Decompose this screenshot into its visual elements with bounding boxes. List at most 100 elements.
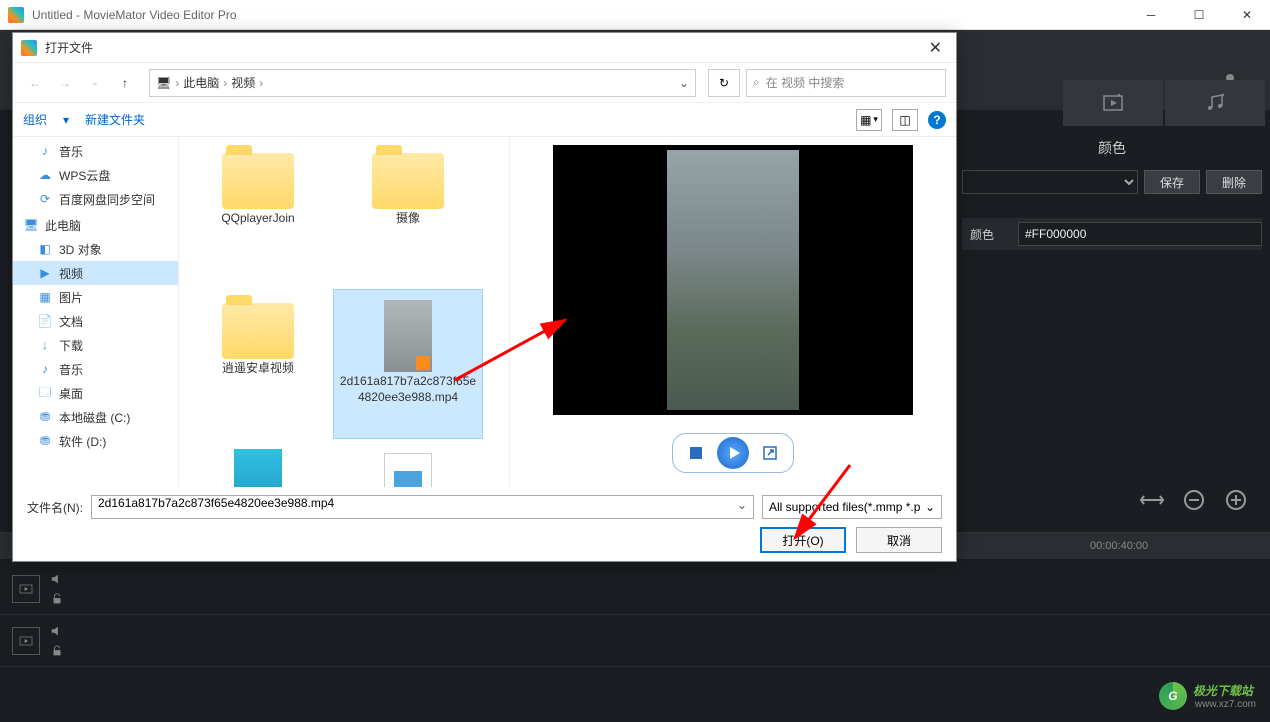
open-button[interactable]: 打开(O): [760, 527, 846, 553]
dialog-nav: ← → ⌄ ↑ 🖥 › 此电脑 › 视频 › ⌄ ↻ ⌕ 在 视频 中搜索: [13, 63, 956, 103]
sidebar-item-label: WPS云盘: [59, 167, 110, 184]
sidebar-item-label: 此电脑: [45, 217, 81, 234]
nav-up-icon[interactable]: ↑: [113, 71, 137, 95]
sidebar-item-dl[interactable]: ↓下载: [13, 333, 178, 357]
fit-width-icon[interactable]: [1138, 486, 1166, 514]
breadcrumb-folder[interactable]: 视频: [231, 74, 255, 91]
sidebar-item-sync[interactable]: ⟳ 百度网盘同步空间: [13, 187, 178, 211]
sidebar-item-label: 文档: [59, 313, 83, 330]
sidebar-item-cloud[interactable]: ☁WPS云盘: [13, 163, 178, 187]
zoom-out-icon[interactable]: [1180, 486, 1208, 514]
tab-video[interactable]: [1063, 80, 1163, 126]
filename-label: 文件名(N):: [27, 499, 83, 516]
dialog-titlebar: 打开文件 ✕: [13, 33, 956, 63]
pc-icon: 🖥: [23, 217, 39, 233]
watermark-url: www.xz7.com: [1195, 699, 1256, 710]
help-icon[interactable]: ?: [928, 111, 946, 129]
search-icon: ⌕: [753, 75, 760, 90]
organize-menu[interactable]: 组织: [23, 111, 47, 128]
watermark-text: 极光下载站: [1193, 682, 1256, 699]
doc-icon: 📄: [37, 313, 53, 329]
video-track-icon: [12, 575, 40, 603]
sidebar-item-desktop[interactable]: 🗔桌面: [13, 381, 178, 405]
properties-panel: 颜色 保存 删除 颜色: [962, 130, 1262, 250]
file-item[interactable]: QQplayerJoin: [183, 139, 333, 289]
file-filter-select[interactable]: All supported files(*.mmp *.p⌄: [762, 495, 942, 519]
folder-icon: [222, 303, 294, 359]
tab-audio[interactable]: [1165, 80, 1265, 126]
sidebar-item-3d[interactable]: ◧3D 对象: [13, 237, 178, 261]
sidebar-item-disk[interactable]: ⛃ 本地磁盘 (C:): [13, 405, 178, 429]
disk-icon: ⛃: [37, 409, 53, 425]
preview-video: [553, 145, 913, 415]
breadcrumb-root[interactable]: 此电脑: [183, 74, 219, 91]
zoom-controls: [1138, 486, 1250, 514]
filename-input[interactable]: 2d161a817b7a2c873f65e4820ee3e988.mp4: [91, 495, 754, 519]
sidebar-item-disk[interactable]: ⛃软件 (D:): [13, 429, 178, 453]
refresh-button[interactable]: ↻: [708, 69, 740, 97]
audio-track-icon: [12, 627, 40, 655]
minimize-button[interactable]: ─: [1136, 5, 1166, 25]
stop-icon[interactable]: [681, 442, 711, 464]
file-item[interactable]: 2023-02-09 15-20-28.mkv: [333, 439, 483, 487]
nav-back-icon[interactable]: ←: [23, 71, 47, 95]
preview-thumbnail: [667, 150, 799, 410]
nav-dropdown-icon[interactable]: ⌄: [83, 71, 107, 95]
sidebar-item-label: 本地磁盘 (C:): [59, 409, 130, 426]
open-file-dialog: 打开文件 ✕ ← → ⌄ ↑ 🖥 › 此电脑 › 视频 › ⌄ ↻ ⌕ 在 视频…: [12, 32, 957, 562]
dl-icon: ↓: [37, 337, 53, 353]
video-thumb-icon: [234, 449, 282, 487]
sidebar-item-pc[interactable]: 🖥 此电脑: [13, 213, 178, 237]
new-folder-button[interactable]: 新建文件夹: [85, 111, 145, 128]
dialog-close-button[interactable]: ✕: [923, 38, 948, 58]
preset-select[interactable]: [962, 170, 1138, 194]
app-logo-icon: [8, 7, 24, 23]
sidebar-item-music[interactable]: ♪音乐: [13, 357, 178, 381]
file-item[interactable]: 摄像: [333, 139, 483, 289]
file-item[interactable]: 2d161a817b7a2c873f65e4820ee3e988.mp4: [333, 289, 483, 439]
save-button[interactable]: 保存: [1144, 170, 1200, 194]
video-thumb-icon: [384, 300, 432, 372]
video-icon: ▶: [37, 265, 53, 281]
sidebar-item-label: 软件 (D:): [59, 433, 106, 450]
file-list[interactable]: QQplayerJoin摄像逍遥安卓视频2d161a817b7a2c873f65…: [179, 137, 509, 487]
music-icon: ♪: [37, 143, 53, 159]
dialog-title: 打开文件: [45, 39, 923, 56]
play-button[interactable]: [717, 437, 749, 469]
video-track[interactable]: [0, 563, 1270, 615]
sync-icon: ⟳: [37, 191, 53, 207]
sidebar-item-label: 百度网盘同步空间: [59, 191, 155, 208]
cancel-button[interactable]: 取消: [856, 527, 942, 553]
search-placeholder: 在 视频 中搜索: [766, 74, 845, 91]
preview-toggle-button[interactable]: ◫: [892, 109, 918, 131]
popout-icon[interactable]: [755, 442, 785, 464]
organize-chevron-icon[interactable]: ▾: [63, 113, 69, 127]
delete-button[interactable]: 删除: [1206, 170, 1262, 194]
color-label: 颜色: [962, 226, 1012, 243]
sidebar-item-music[interactable]: ♪音乐: [13, 139, 178, 163]
file-item[interactable]: 逍遥安卓视频: [183, 289, 333, 439]
sidebar-item-doc[interactable]: 📄 文档: [13, 309, 178, 333]
app-title: Untitled - MovieMator Video Editor Pro: [32, 8, 1136, 22]
panel-title: 颜色: [962, 130, 1262, 166]
chevron-down-icon[interactable]: ⌄: [679, 76, 689, 90]
maximize-button[interactable]: ☐: [1184, 5, 1214, 25]
music-icon: ♪: [37, 361, 53, 377]
file-label: 2d161a817b7a2c873f65e4820ee3e988.mp4: [338, 374, 478, 405]
sidebar-item-video[interactable]: ▶视频: [13, 261, 178, 285]
unlock-icon[interactable]: [50, 644, 64, 658]
desktop-icon: 🗔: [37, 385, 53, 401]
sidebar-item-label: 图片: [59, 289, 83, 306]
sidebar-item-pic[interactable]: ▦图片: [13, 285, 178, 309]
zoom-in-icon[interactable]: [1222, 486, 1250, 514]
speaker-icon[interactable]: [50, 624, 64, 638]
color-input[interactable]: [1018, 222, 1262, 246]
breadcrumb[interactable]: 🖥 › 此电脑 › 视频 › ⌄: [149, 69, 696, 97]
close-button[interactable]: ✕: [1232, 5, 1262, 25]
search-input[interactable]: ⌕ 在 视频 中搜索: [746, 69, 946, 97]
view-mode-button[interactable]: ▦ ▾: [856, 109, 882, 131]
file-item[interactable]: 04_如何创建家庭纪念相册.mp4: [183, 439, 333, 487]
audio-track[interactable]: [0, 615, 1270, 667]
unlock-icon[interactable]: [50, 592, 64, 606]
speaker-icon[interactable]: [50, 572, 64, 586]
